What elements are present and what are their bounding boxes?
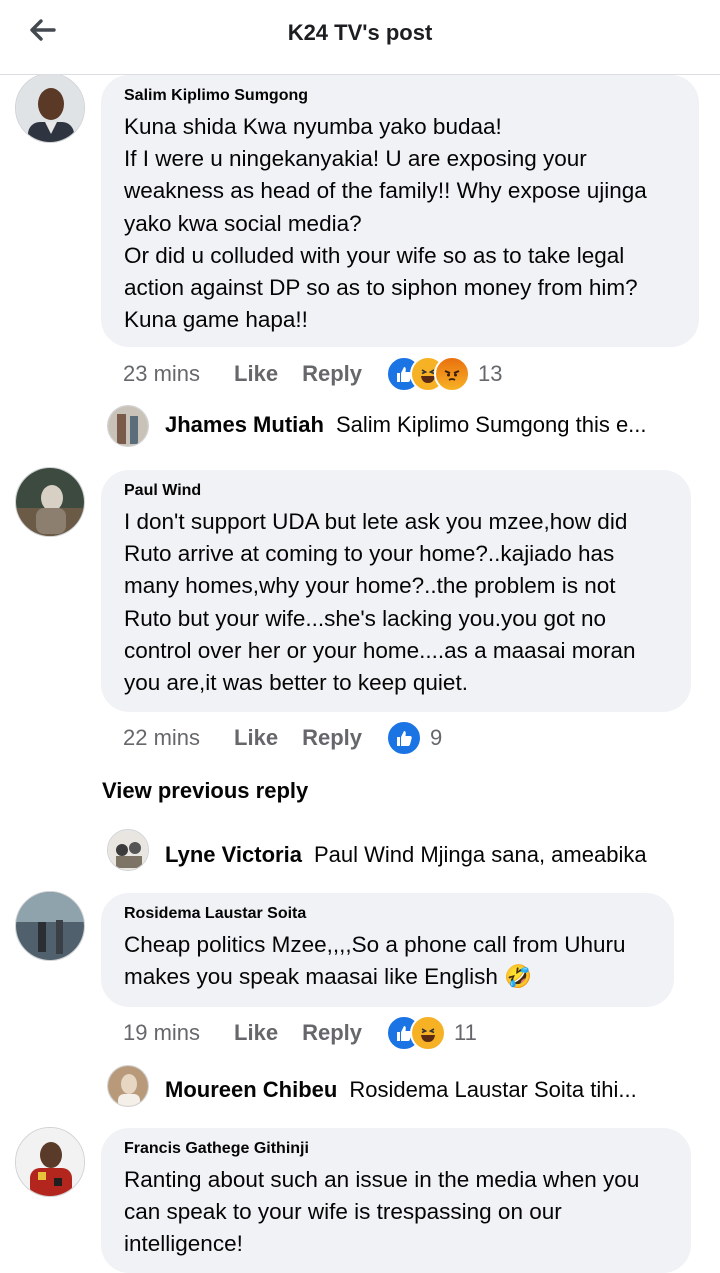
comment-line: control over her or your home....as a ma… xyxy=(124,637,636,663)
comment-time[interactable]: 19 mins xyxy=(123,1020,200,1046)
avatar[interactable] xyxy=(15,73,85,143)
reply-avatar[interactable] xyxy=(107,405,149,447)
like-reaction-icon xyxy=(386,720,422,756)
avatar[interactable] xyxy=(15,891,85,961)
comment-author[interactable]: Rosidema Laustar Soita xyxy=(124,905,652,923)
reply-button[interactable]: Reply xyxy=(302,1020,362,1046)
reaction-count[interactable]: 11 xyxy=(454,1020,477,1046)
reply-text: Salim Kiplimo Sumgong this e... xyxy=(335,412,647,437)
comment-line: can speak to your wife is trespassing on… xyxy=(124,1199,562,1225)
angry-reaction-icon xyxy=(434,356,470,392)
reply-button[interactable]: Reply xyxy=(302,725,362,751)
avatar[interactable] xyxy=(15,1127,85,1197)
comment-line: Or did u colluded with your wife so as t… xyxy=(124,242,625,268)
comment-meta: 19 mins Like Reply 11 xyxy=(123,1015,477,1051)
comment-line: action against DP so as to siphon money … xyxy=(124,275,638,301)
comment-line: Kuna game hapa!! xyxy=(124,307,308,333)
comment-line: you are,it was better to keep quiet. xyxy=(124,670,468,696)
reply-author[interactable]: Moureen Chibeu xyxy=(165,1077,337,1103)
reactions[interactable] xyxy=(386,1015,446,1051)
comment-line: Cheap politics Mzee,,,,So a phone call f… xyxy=(124,932,626,957)
like-button[interactable]: Like xyxy=(234,361,278,387)
comment-meta: 23 mins Like Reply 13 xyxy=(123,356,502,392)
comment-author[interactable]: Paul Wind xyxy=(124,482,669,500)
comment-line: many homes,why your home?..the problem i… xyxy=(124,573,616,599)
comment-line: Ruto but your wife...she's lacking you.y… xyxy=(124,605,607,631)
view-previous-reply-link[interactable]: View previous reply xyxy=(102,778,308,804)
reply-preview[interactable]: Lyne Victoria Paul Wind Mjinga sana, ame… xyxy=(165,842,685,868)
reply-author[interactable]: Lyne Victoria xyxy=(165,842,302,868)
post-header: K24 TV's post xyxy=(0,0,720,75)
reply-avatar[interactable] xyxy=(107,1065,149,1107)
comment-line: intelligence! xyxy=(124,1231,243,1257)
reply-preview[interactable]: Moureen Chibeu Rosidema Laustar Soita ti… xyxy=(165,1077,685,1103)
comment-line: Ruto arrive at coming to your home?..kaj… xyxy=(124,541,615,567)
comment-line: makes you speak maasai like English 🤣 xyxy=(124,964,533,990)
comment-time[interactable]: 23 mins xyxy=(123,361,200,387)
comment-text: Ranting about such an issue in the media… xyxy=(124,1164,669,1261)
comment-text: I don't support UDA but lete ask you mze… xyxy=(124,506,669,699)
comment-bubble[interactable]: Paul Wind I don't support UDA but lete a… xyxy=(101,470,691,712)
comment-author[interactable]: Francis Gathege Githinji xyxy=(124,1140,669,1158)
comment-author[interactable]: Salim Kiplimo Sumgong xyxy=(124,87,677,105)
reply-avatar[interactable] xyxy=(107,829,149,871)
comment-meta: 22 mins Like Reply 9 xyxy=(123,720,442,756)
like-button[interactable]: Like xyxy=(234,725,278,751)
like-button[interactable]: Like xyxy=(234,1020,278,1046)
comment-line: If I were u ningekanyakia! U are exposin… xyxy=(124,146,587,172)
comment-time[interactable]: 22 mins xyxy=(123,725,200,751)
comment-line: Kuna shida Kwa nyumba yako budaa! xyxy=(124,114,502,139)
haha-reaction-icon xyxy=(410,1015,446,1051)
reactions[interactable] xyxy=(386,720,422,756)
comment-line: yako kwa social media? xyxy=(124,210,362,236)
reply-text: Paul Wind Mjinga sana, ameabika xyxy=(313,842,647,867)
comment-text: Kuna shida Kwa nyumba yako budaa! If I w… xyxy=(124,111,677,336)
reaction-count[interactable]: 13 xyxy=(478,361,502,387)
avatar[interactable] xyxy=(15,467,85,537)
comment-line: Ranting about such an issue in the media… xyxy=(124,1167,640,1192)
comment-line: weakness as head of the family!! Why exp… xyxy=(124,178,647,204)
comment-bubble[interactable]: Francis Gathege Githinji Ranting about s… xyxy=(101,1128,691,1273)
reply-text: Rosidema Laustar Soita tihi... xyxy=(349,1077,637,1102)
page-title: K24 TV's post xyxy=(287,20,433,45)
reaction-count[interactable]: 9 xyxy=(430,725,442,751)
reply-preview[interactable]: Jhames Mutiah Salim Kiplimo Sumgong this… xyxy=(165,412,685,438)
comment-text: Cheap politics Mzee,,,,So a phone call f… xyxy=(124,929,652,993)
reactions[interactable] xyxy=(386,356,470,392)
comment-bubble[interactable]: Salim Kiplimo Sumgong Kuna shida Kwa nyu… xyxy=(101,75,699,347)
comment-line: I don't support UDA but lete ask you mze… xyxy=(124,509,628,534)
comment-bubble[interactable]: Rosidema Laustar Soita Cheap politics Mz… xyxy=(101,893,674,1007)
reply-button[interactable]: Reply xyxy=(302,361,362,387)
reply-author[interactable]: Jhames Mutiah xyxy=(165,412,324,438)
